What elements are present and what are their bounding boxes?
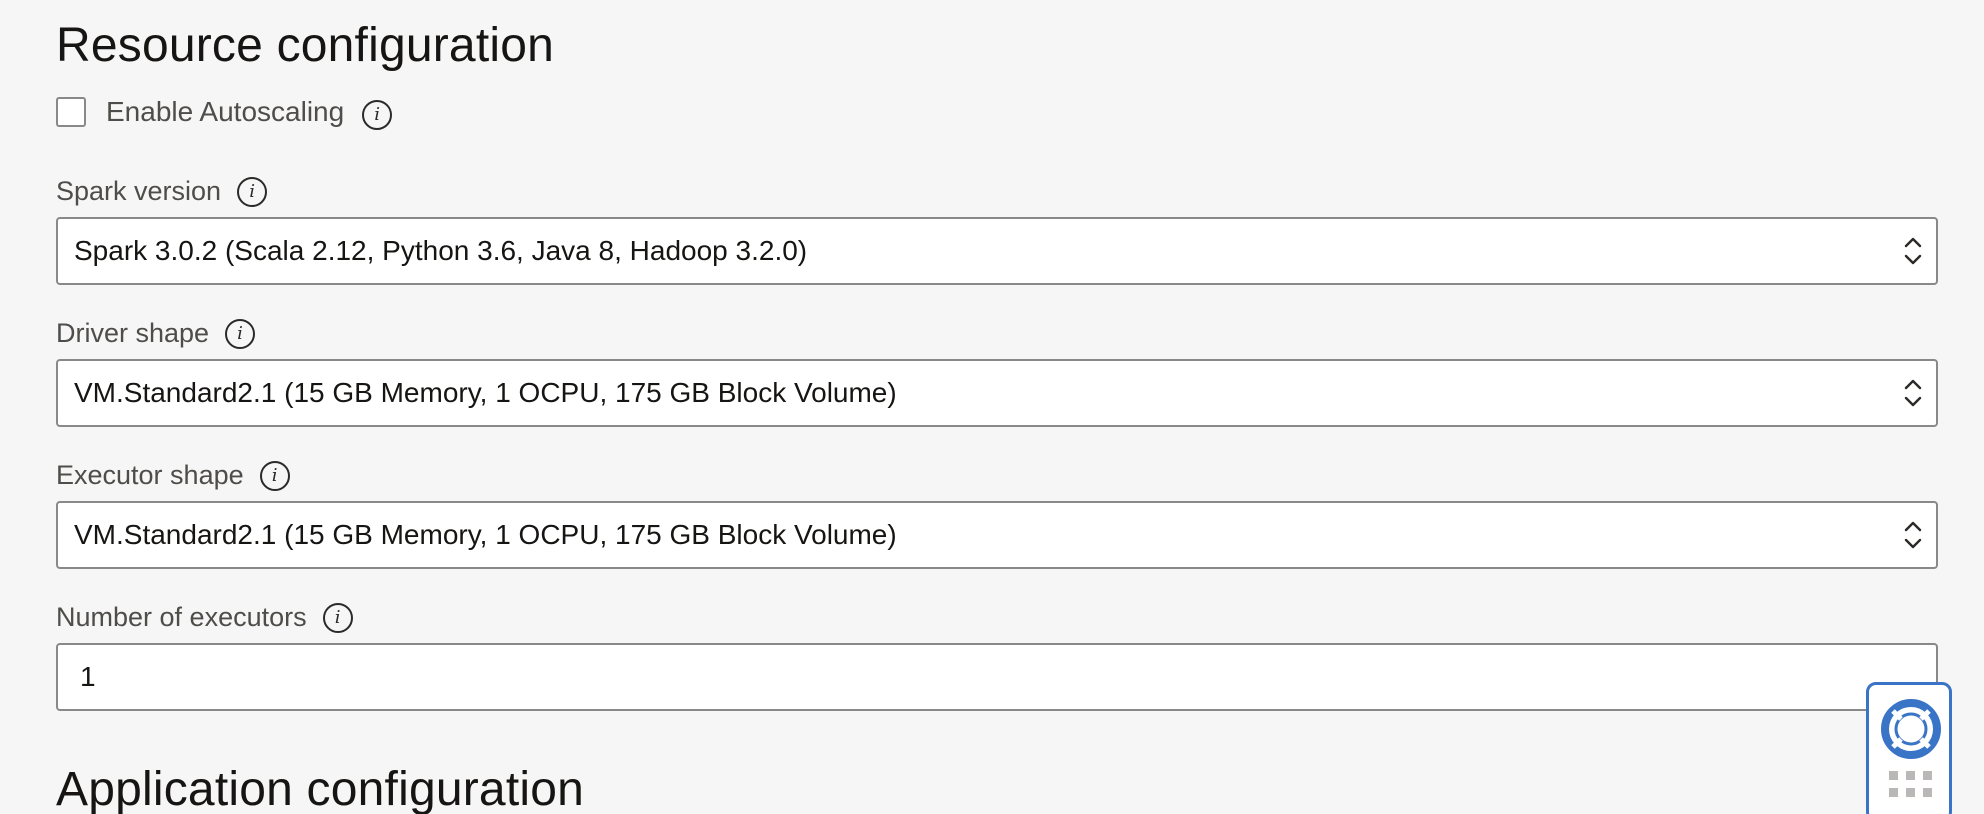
spark-version-select[interactable]: Spark 3.0.2 (Scala 2.12, Python 3.6, Jav… (56, 217, 1938, 285)
grid-dots-icon (1889, 771, 1932, 797)
executor-shape-select[interactable]: VM.Standard2.1 (15 GB Memory, 1 OCPU, 17… (56, 501, 1938, 569)
number-of-executors-info-icon[interactable]: i (322, 602, 353, 633)
enable-autoscaling-checkbox[interactable] (56, 97, 86, 127)
resource-configuration-title: Resource configuration (56, 19, 555, 72)
driver-shape-info-icon[interactable]: i (225, 318, 256, 349)
driver-shape-select[interactable]: VM.Standard2.1 (15 GB Memory, 1 OCPU, 17… (56, 359, 1938, 427)
resource-configuration-form: Resource configuration Enable Autoscalin… (0, 0, 1984, 814)
chevron-up-down-icon (1904, 379, 1922, 407)
spark-version-info-icon[interactable]: i (237, 176, 268, 207)
executor-shape-label: Executor shape (56, 460, 244, 490)
executor-shape-value: VM.Standard2.1 (15 GB Memory, 1 OCPU, 17… (74, 519, 897, 550)
enable-autoscaling-label[interactable]: Enable Autoscaling (106, 96, 344, 128)
autoscaling-info-icon[interactable]: i (362, 100, 393, 130)
driver-shape-value: VM.Standard2.1 (15 GB Memory, 1 OCPU, 17… (74, 377, 897, 408)
chevron-up-down-icon (1904, 521, 1922, 549)
spark-version-value: Spark 3.0.2 (Scala 2.12, Python 3.6, Jav… (74, 235, 808, 266)
number-of-executors-input[interactable]: 1 (56, 643, 1938, 711)
executor-shape-info-icon[interactable]: i (259, 460, 290, 491)
chevron-up-down-icon (1904, 237, 1922, 265)
application-configuration-title: Application configuration (56, 763, 585, 814)
driver-shape-label: Driver shape (56, 318, 210, 348)
driver-shape-label-row: Driver shape i (56, 318, 256, 349)
help-widget-button[interactable] (1866, 682, 1952, 814)
number-of-executors-label-row: Number of executors i (56, 602, 353, 633)
autoscaling-row: Enable Autoscaling i (56, 95, 393, 130)
spark-version-label: Spark version (56, 176, 222, 206)
executor-shape-label-row: Executor shape i (56, 460, 290, 491)
number-of-executors-value: 1 (80, 661, 96, 692)
lifebuoy-icon (1881, 699, 1941, 759)
spark-version-label-row: Spark version i (56, 176, 268, 207)
number-of-executors-label: Number of executors (56, 602, 307, 632)
